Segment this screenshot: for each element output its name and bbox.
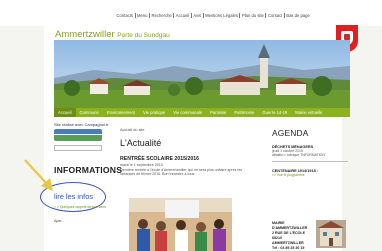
page-title: L'Actualité xyxy=(120,138,162,148)
left-sidebar: Site réalisé avec Campagnol.fr INFORMATI… xyxy=(40,122,123,223)
hero-landscape-image xyxy=(54,40,350,108)
main-navigation: Accueil Commune Environnement Vie pratiq… xyxy=(54,108,350,117)
nav-item-commune[interactable]: Commune xyxy=(76,110,103,115)
rappels-link[interactable]: > > Quelques rappels de bon sens xyxy=(54,205,106,209)
mairie-address: MAIRIE D'AMMERTZWILLER 2 RUE DE L'ÉCOLE … xyxy=(272,221,312,251)
article-date: mardi le 1 septembre 2015 xyxy=(120,163,163,167)
nav-item-guerre[interactable]: Guerre 14-18 xyxy=(258,110,291,115)
article-text: Dernière rentrée à l'école d'Ammertzwill… xyxy=(120,168,243,177)
top-link-mentions[interactable]: Mentions Légales xyxy=(202,13,240,18)
nav-item-mairie-virtuelle[interactable]: Mairie virtuelle xyxy=(291,110,326,115)
nav-item-accueil[interactable]: Accueil xyxy=(54,108,76,117)
site-name: Ammertzwiller xyxy=(55,29,115,40)
top-link-bas[interactable]: Bas de page xyxy=(283,13,312,18)
lire-infos-link[interactable]: lire les infos xyxy=(54,192,93,201)
more-text: Aper... xyxy=(54,219,65,223)
top-link-contacts[interactable]: Contacts xyxy=(115,13,135,18)
mairie-line: MAIRIE D'AMMERTZWILLER xyxy=(272,221,308,230)
mairie-line: Tél : 03 89 25 30 15 xyxy=(272,246,305,250)
credits-text[interactable]: Site réalisé avec Campagnol.fr xyxy=(54,122,109,127)
search-input[interactable] xyxy=(54,145,102,151)
nav-item-paroisse[interactable]: Paroisse xyxy=(206,110,230,115)
article-photo[interactable] xyxy=(129,198,232,251)
top-links: Contacts Menu Recherche Accueil Avis Men… xyxy=(115,13,311,18)
top-link-accueil[interactable]: Accueil xyxy=(173,13,191,18)
top-link-plan[interactable]: Plan du site xyxy=(239,13,265,18)
annotation-arrow-icon xyxy=(24,159,53,191)
nav-item-vie-pratique[interactable]: Vie pratique xyxy=(139,110,169,115)
nav-item-vie-communale[interactable]: Vie communale xyxy=(169,110,206,115)
divider xyxy=(272,161,348,162)
town-hall-image xyxy=(316,220,346,248)
agenda-heading: AGENDA xyxy=(272,128,309,138)
breadcrumb[interactable]: Accueil du site xyxy=(120,128,260,132)
nav-item-patrimoine[interactable]: Patrimoine xyxy=(230,110,258,115)
right-sidebar: AGENDA DÉCHETS MÉNAGERS jeudi 1 octobre … xyxy=(272,128,348,177)
classroom-photo xyxy=(129,198,232,251)
landscape-illustration xyxy=(54,40,350,108)
site-title[interactable]: Ammertzwiller Porte du Sundgau xyxy=(55,29,170,40)
nav-item-environnement[interactable]: Environnement xyxy=(103,110,139,115)
top-link-avis[interactable]: Avis xyxy=(190,13,203,18)
mairie-photo xyxy=(316,220,346,248)
mairie-line: 68210 AMMERTZWILLER xyxy=(272,236,304,245)
top-link-menu[interactable]: Menu xyxy=(134,13,149,18)
event-details-link[interactable]: détails>> rubrique "INFORMATION" xyxy=(272,153,348,157)
programme-link[interactable]: >> Voir le programme xyxy=(272,173,348,177)
informations-heading: INFORMATIONS xyxy=(54,165,123,175)
top-link-contact[interactable]: Contact xyxy=(265,13,283,18)
top-link-recherche[interactable]: Recherche xyxy=(149,13,173,18)
site-subtitle: Porte du Sundgau xyxy=(117,32,170,39)
top-bar: Contacts Menu Recherche Accueil Avis Men… xyxy=(0,0,382,26)
partner-logo[interactable] xyxy=(54,129,102,141)
article-title[interactable]: RENTRÉE SCOLAIRE 2015/2016 xyxy=(120,156,260,162)
main-content: Accueil du site L'Actualité RENTRÉE SCOL… xyxy=(120,128,260,176)
